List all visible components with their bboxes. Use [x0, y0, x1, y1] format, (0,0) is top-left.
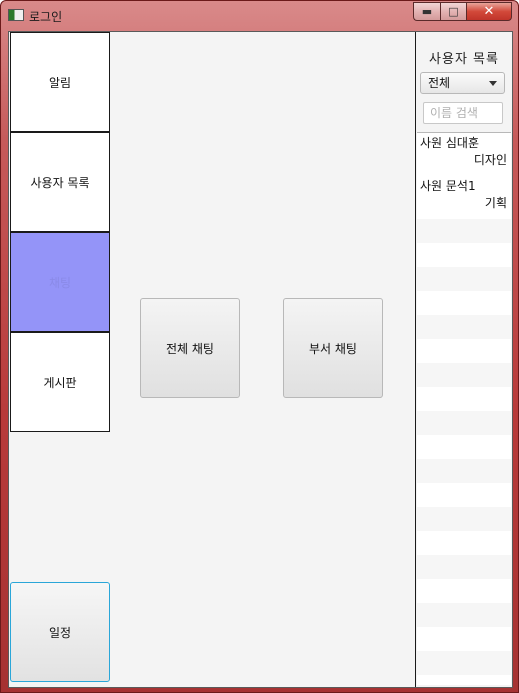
client-area: 알림 사용자 목록 채팅 게시판 일정 전체 채팅 부서 채팅 사용자 목록 전… [8, 31, 513, 688]
dept-chat-button[interactable]: 부서 채팅 [283, 298, 383, 398]
window-title: 로그인 [29, 10, 63, 24]
all-chat-button[interactable]: 전체 채팅 [140, 298, 240, 398]
title-bar[interactable]: 로그인 ▬ □ ✕ [1, 1, 518, 31]
empty-row [417, 267, 511, 291]
minimize-button[interactable]: ▬ [413, 2, 440, 21]
department-select[interactable]: 전체 [420, 72, 505, 94]
empty-row [417, 435, 511, 459]
empty-row [417, 627, 511, 651]
user-list[interactable]: 사원 심대훈 디자인 사원 문석1 기획 [417, 132, 511, 685]
empty-row [417, 315, 511, 339]
maximize-button[interactable]: □ [440, 2, 466, 21]
empty-row [417, 531, 511, 555]
user-name: 사원 문석1 [420, 179, 476, 193]
empty-row [417, 459, 511, 483]
name-search-input[interactable] [423, 102, 503, 124]
list-item[interactable]: 사원 심대훈 디자인 [417, 133, 511, 176]
empty-row [417, 603, 511, 627]
list-item[interactable]: 사원 문석1 기획 [417, 176, 511, 219]
empty-row [417, 507, 511, 531]
chevron-down-icon [489, 81, 497, 86]
user-dept: 기획 [484, 196, 507, 210]
empty-row [417, 339, 511, 363]
window-controls: ▬ □ ✕ [413, 2, 512, 22]
empty-row [417, 411, 511, 435]
empty-row [417, 387, 511, 411]
empty-row [417, 243, 511, 267]
app-window: 로그인 ▬ □ ✕ 알림 사용자 목록 채팅 게시판 일정 전체 채팅 부서 채… [0, 0, 519, 693]
empty-row [417, 651, 511, 675]
user-list-panel: 사용자 목록 전체 사원 심대훈 디자인 사원 문석1 기획 [415, 32, 512, 687]
nav-schedule-button[interactable]: 일정 [10, 582, 110, 682]
app-icon [8, 9, 24, 21]
close-button[interactable]: ✕ [466, 2, 512, 21]
nav-notifications-button[interactable]: 알림 [10, 32, 110, 132]
empty-row [417, 483, 511, 507]
nav-chat-button[interactable]: 채팅 [10, 232, 110, 332]
empty-row [417, 219, 511, 243]
user-name: 사원 심대훈 [420, 136, 480, 150]
empty-row [417, 675, 511, 685]
empty-row [417, 555, 511, 579]
nav-board-button[interactable]: 게시판 [10, 332, 110, 432]
panel-title: 사용자 목록 [429, 52, 499, 67]
department-select-value: 전체 [428, 76, 451, 90]
empty-row [417, 291, 511, 315]
empty-row [417, 579, 511, 603]
user-dept: 디자인 [473, 153, 507, 167]
empty-row [417, 363, 511, 387]
nav-user-list-button[interactable]: 사용자 목록 [10, 132, 110, 232]
